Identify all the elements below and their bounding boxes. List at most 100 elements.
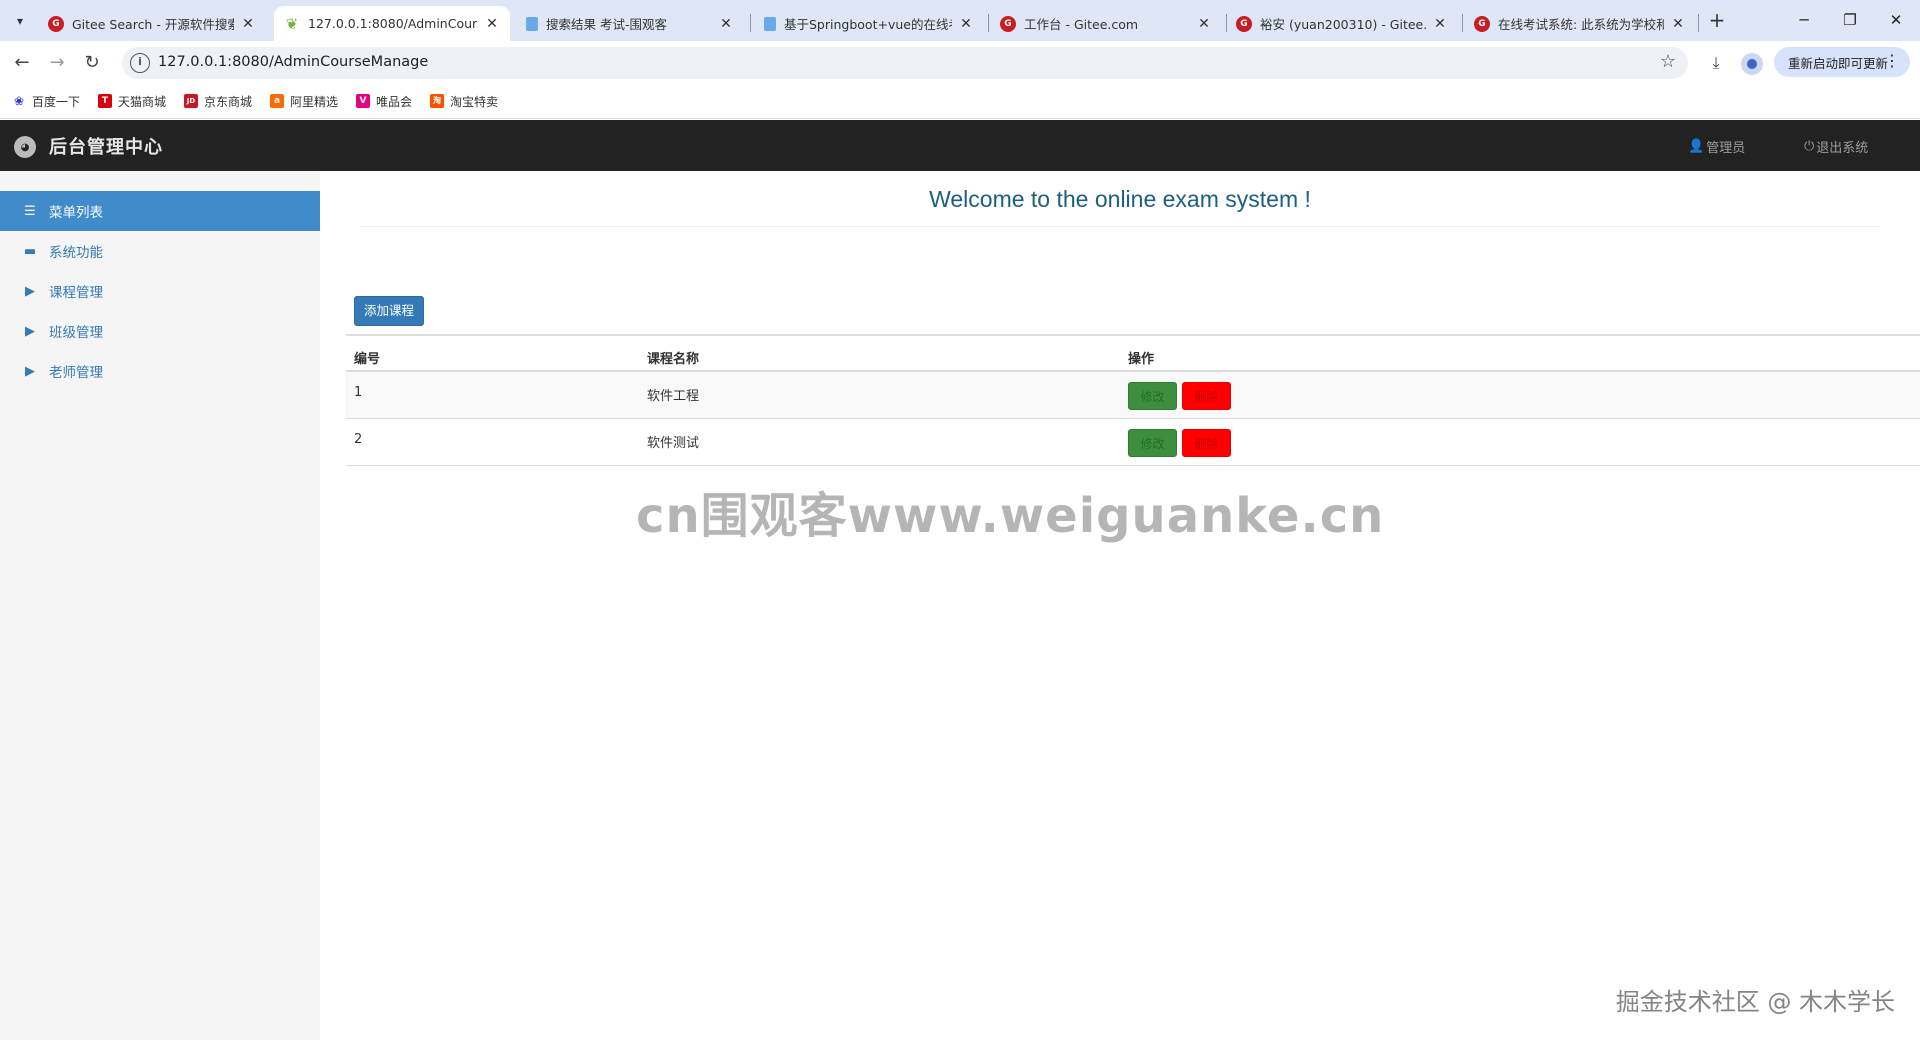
leaf-icon: ❦ [285, 14, 299, 33]
course-name: 软件测试 [647, 436, 700, 451]
course-table: 编号 课程名称 操作 1 软件工程 修改 删除 2 软件测试 修改 删除 [346, 334, 1920, 466]
course-id: 1 [354, 385, 363, 400]
browser-tab[interactable]: G Gitee Search - 开源软件搜索 ✕ [38, 6, 266, 41]
power-icon: ⏻ [1804, 139, 1815, 154]
more-vert-icon[interactable]: ⋮ [1884, 51, 1900, 70]
tab-separator [988, 14, 989, 32]
site-info-icon[interactable]: i [130, 53, 150, 73]
browser-tab[interactable]: 基于Springboot+vue的在线考 ✕ [754, 6, 984, 41]
close-icon[interactable]: ✕ [240, 16, 256, 32]
admin-link[interactable]: 👤 管理员 [1688, 137, 1745, 156]
url-text[interactable]: 127.0.0.1:8080/AdminCourseManage [158, 54, 428, 70]
close-icon[interactable]: ✕ [1670, 16, 1686, 32]
bookmark-item[interactable]: ❀ 百度一下 [12, 91, 80, 111]
watermark-text: cn围观客www.weiguanke.cn [636, 488, 1385, 544]
course-name: 软件工程 [647, 389, 700, 404]
update-label: 重新启动即可更新 [1788, 55, 1889, 71]
browser-tabstrip: ▾ G Gitee Search - 开源软件搜索 ✕ ❦ 127.0.0.1:… [0, 0, 1920, 41]
delete-button[interactable]: 删除 [1182, 429, 1231, 457]
course-id: 2 [354, 432, 363, 447]
bookmark-item[interactable]: V 唯品会 [356, 91, 412, 111]
tab-title: 127.0.0.1:8080/AdminCourse [308, 16, 478, 31]
welcome-heading: Welcome to the online exam system ! [929, 186, 1311, 212]
tab-search-button[interactable]: ▾ [8, 9, 32, 33]
user-icon: 👤 [1688, 139, 1705, 154]
alibaba-icon: a [270, 94, 284, 108]
tab-separator [750, 14, 751, 32]
browser-tab[interactable]: G 在线考试系统: 此系统为学校和 ✕ [1464, 6, 1696, 41]
sidebar-item-system[interactable]: ▬ 系统功能 [0, 231, 320, 271]
column-header-actions: 操作 [1128, 352, 1155, 367]
sidebar-item-label: 系统功能 [49, 245, 103, 261]
sidebar-item-course[interactable]: ▶ 课程管理 [0, 271, 320, 311]
sidebar-item-menu-list[interactable]: ☰ 菜单列表 [0, 191, 320, 231]
browser-tab[interactable]: 搜索结果 考试-围观客 ✕ [516, 6, 744, 41]
tab-title: 在线考试系统: 此系统为学校和 [1498, 17, 1664, 32]
column-header-id: 编号 [354, 352, 381, 367]
table-row: 2 软件测试 修改 删除 [346, 419, 1920, 466]
tab-title: 工作台 - Gitee.com [1024, 17, 1139, 32]
minimize-icon[interactable]: ─ [1782, 6, 1826, 34]
edit-button[interactable]: 修改 [1128, 382, 1177, 410]
tmall-icon: T [98, 94, 112, 108]
tab-title: 裕安 (yuan200310) - Gitee.co [1260, 17, 1426, 32]
bookmark-item[interactable]: a 阿里精选 [270, 91, 338, 111]
bookmark-item[interactable]: T 天猫商城 [98, 91, 166, 111]
tab-title: Gitee Search - 开源软件搜索 [72, 17, 234, 32]
taobao-icon: 淘 [430, 94, 444, 108]
column-header-name: 课程名称 [647, 352, 700, 367]
bookmark-label: 京东商城 [204, 94, 253, 109]
edit-button[interactable]: 修改 [1128, 429, 1177, 457]
browser-toolbar: ← → ↻ i 127.0.0.1:8080/AdminCourseManage… [0, 41, 1920, 83]
browser-tab[interactable]: G 裕安 (yuan200310) - Gitee.co ✕ [1226, 6, 1458, 41]
bookmark-label: 淘宝特卖 [450, 94, 499, 109]
admin-label: 管理员 [1706, 141, 1746, 156]
bookmark-item[interactable]: JD 京东商城 [184, 91, 252, 111]
download-icon[interactable]: ⤓ [1704, 51, 1728, 75]
delete-button[interactable]: 删除 [1182, 382, 1231, 410]
forward-icon[interactable]: → [43, 49, 71, 77]
vip-icon: V [356, 94, 370, 108]
close-icon[interactable]: ✕ [1196, 16, 1212, 32]
bookmarks-bar: ❀ 百度一下 T 天猫商城 JD 京东商城 a 阿里精选 V 唯品会 淘 淘宝特… [0, 83, 1920, 119]
bookmark-label: 百度一下 [32, 94, 81, 109]
close-icon[interactable]: ✕ [958, 16, 974, 32]
restore-icon[interactable]: ❐ [1828, 6, 1872, 34]
browser-tab-active[interactable]: ❦ 127.0.0.1:8080/AdminCourse ✕ [274, 6, 510, 41]
person-icon [1747, 59, 1757, 69]
sidebar-item-label: 老师管理 [49, 365, 103, 381]
list-icon: ☰ [24, 203, 36, 219]
close-icon[interactable]: ✕ [484, 16, 500, 32]
logout-link[interactable]: ⏻ 退出系统 [1804, 137, 1868, 156]
gitee-icon: G [1000, 15, 1016, 32]
profile-avatar[interactable] [1741, 53, 1763, 75]
bookmark-item[interactable]: 淘 淘宝特卖 [430, 91, 498, 111]
sidebar-item-label: 菜单列表 [49, 205, 103, 221]
jd-icon: JD [184, 94, 198, 108]
triangle-right-icon: ▶ [25, 323, 35, 339]
update-button[interactable]: 重新启动即可更新 ⋮ [1774, 47, 1910, 77]
bookmark-label: 天猫商城 [118, 94, 167, 109]
browser-tab[interactable]: G 工作台 - Gitee.com ✕ [990, 6, 1222, 41]
brand-title[interactable]: 后台管理中心 [49, 133, 163, 159]
reload-icon[interactable]: ↻ [78, 49, 106, 77]
tab-title: 基于Springboot+vue的在线考 [784, 17, 952, 32]
tab-title: 搜索结果 考试-围观客 [546, 17, 667, 32]
tab-separator [1462, 14, 1463, 32]
sidebar-item-class[interactable]: ▶ 班级管理 [0, 311, 320, 351]
baidu-icon: ❀ [12, 94, 26, 108]
bookmark-star-icon[interactable]: ☆ [1660, 51, 1676, 72]
triangle-right-icon: ▶ [25, 363, 35, 379]
sidebar-item-teacher[interactable]: ▶ 老师管理 [0, 351, 320, 391]
close-icon[interactable]: ✕ [718, 16, 734, 32]
logout-label: 退出系统 [1816, 141, 1869, 156]
credit-text: 掘金技术社区 @ 木木学长 [1615, 988, 1895, 1016]
bookmark-label: 唯品会 [376, 94, 413, 109]
window-close-icon[interactable]: ✕ [1874, 6, 1918, 34]
close-icon[interactable]: ✕ [1432, 16, 1448, 32]
triangle-right-icon: ▶ [25, 283, 35, 299]
new-tab-button[interactable]: + [1704, 8, 1730, 34]
address-bar[interactable]: i 127.0.0.1:8080/AdminCourseManage ☆ [122, 47, 1688, 79]
add-course-button[interactable]: 添加课程 [354, 296, 424, 326]
back-icon[interactable]: ← [8, 49, 36, 77]
